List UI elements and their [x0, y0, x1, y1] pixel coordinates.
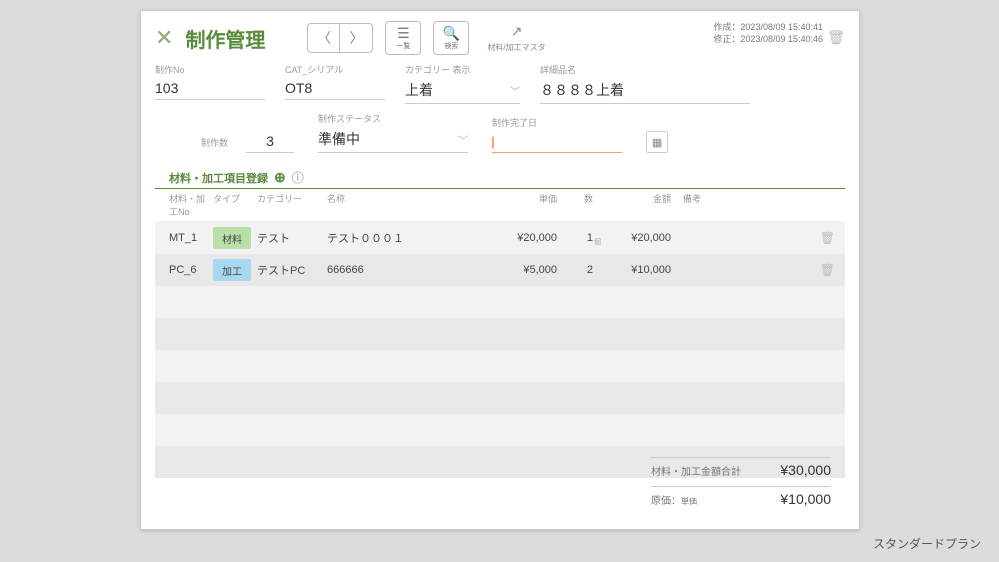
info-icon[interactable]: ⓘ	[292, 169, 304, 186]
status-select[interactable]: 準備中 ﹀	[318, 127, 468, 153]
qty-label: 制作数	[201, 136, 228, 149]
external-icon: ↗	[511, 23, 523, 40]
row-price: ¥20,000	[487, 232, 557, 244]
table-row	[155, 350, 845, 382]
cat-label: CAT_シリアル	[285, 63, 385, 76]
no-label: 制作No	[155, 63, 265, 76]
no-field[interactable]: 103	[155, 78, 265, 100]
list-icon: ☰	[397, 26, 410, 40]
sum-value: ¥30,000	[780, 462, 831, 478]
main-window: ✕ 制作管理 〈 〉 ☰ 一覧 🔍 検索 ↗ 材料/加工マスタ 作成：2023/…	[140, 10, 860, 530]
calendar-button[interactable]: ▦	[646, 131, 668, 153]
delete-row-button[interactable]: 🗑	[820, 231, 835, 245]
search-icon: 🔍	[443, 26, 460, 40]
next-button[interactable]: 〉	[340, 24, 372, 52]
meta-info: 作成：2023/08/09 15:40:41 修正：2023/08/09 15:…	[713, 21, 823, 45]
type-chip: 材料	[213, 227, 251, 249]
calendar-icon: ▦	[652, 136, 662, 149]
nav-group: 〈 〉	[307, 23, 373, 53]
chevron-down-icon: ﹀	[510, 83, 520, 98]
table-body: MT_1材料テストテスト０００１¥20,0001個¥20,000🗑PC_6加工テ…	[155, 221, 845, 478]
plan-label: スタンダードプラン	[873, 535, 981, 552]
table-row[interactable]: MT_1材料テストテスト０００１¥20,0001個¥20,000🗑	[155, 222, 845, 254]
name-label: 詳細品名	[540, 63, 750, 76]
cost-label: 原価：単価	[651, 492, 697, 507]
form-row-2: 制作数 3 制作ステータス 準備中 ﹀ 制作完了日 ▎ ▦	[141, 110, 859, 159]
row-qty: 1個	[557, 232, 593, 244]
row-no: MT_1	[169, 232, 213, 244]
cat-field[interactable]: OT8	[285, 78, 385, 100]
row-no: PC_6	[169, 264, 213, 276]
row-name: 666666	[327, 264, 487, 276]
catdisp-label: カテゴリー 表示	[405, 63, 520, 76]
status-label: 制作ステータス	[318, 112, 468, 125]
row-price: ¥5,000	[487, 264, 557, 276]
row-amt: ¥20,000	[593, 232, 671, 244]
row-qty: 2	[557, 264, 593, 276]
form-row-1: 制作No 103 CAT_シリアル OT8 カテゴリー 表示 上着 ﹀ 詳細品名…	[141, 61, 859, 110]
delete-record-button[interactable]: 🗑	[827, 29, 845, 46]
table-row	[155, 382, 845, 414]
sum-label: 材料・加工金額合計	[651, 463, 741, 478]
section-header: 材料・加工項目登録 ⊕ ⓘ	[155, 159, 845, 189]
page-title: 制作管理	[185, 24, 265, 53]
prev-button[interactable]: 〈	[308, 24, 340, 52]
table-row	[155, 414, 845, 446]
row-name: テスト０００１	[327, 230, 487, 246]
list-button[interactable]: ☰ 一覧	[385, 21, 421, 55]
delete-row-button[interactable]: 🗑	[820, 263, 835, 277]
date-field[interactable]: ▎	[492, 131, 622, 153]
date-label: 制作完了日	[492, 116, 622, 129]
table-row	[155, 286, 845, 318]
qty-field[interactable]: 3	[246, 131, 294, 153]
totals: 材料・加工金額合計 ¥30,000 原価：単価 ¥10,000	[651, 457, 831, 515]
name-field[interactable]: ８８８８上着	[540, 78, 750, 104]
row-cat: テスト	[257, 230, 327, 246]
row-cat: テストPC	[257, 262, 327, 278]
row-amt: ¥10,000	[593, 264, 671, 276]
chevron-down-icon: ﹀	[458, 132, 468, 147]
table-header: 材料・加工No タイプ カテゴリー 名称 単価 数 金額 備考	[155, 189, 845, 221]
header: ✕ 制作管理 〈 〉 ☰ 一覧 🔍 検索 ↗ 材料/加工マスタ 作成：2023/…	[141, 11, 859, 61]
add-item-button[interactable]: ⊕	[274, 169, 286, 186]
close-icon[interactable]: ✕	[155, 25, 173, 51]
catdisp-select[interactable]: 上着 ﹀	[405, 78, 520, 104]
search-button[interactable]: 🔍 検索	[433, 21, 469, 55]
type-chip: 加工	[213, 259, 251, 281]
table-row[interactable]: PC_6加工テストPC666666¥5,0002¥10,000 🗑	[155, 254, 845, 286]
cost-value: ¥10,000	[780, 491, 831, 507]
master-link[interactable]: ↗ 材料/加工マスタ	[487, 23, 545, 53]
table-row	[155, 318, 845, 350]
